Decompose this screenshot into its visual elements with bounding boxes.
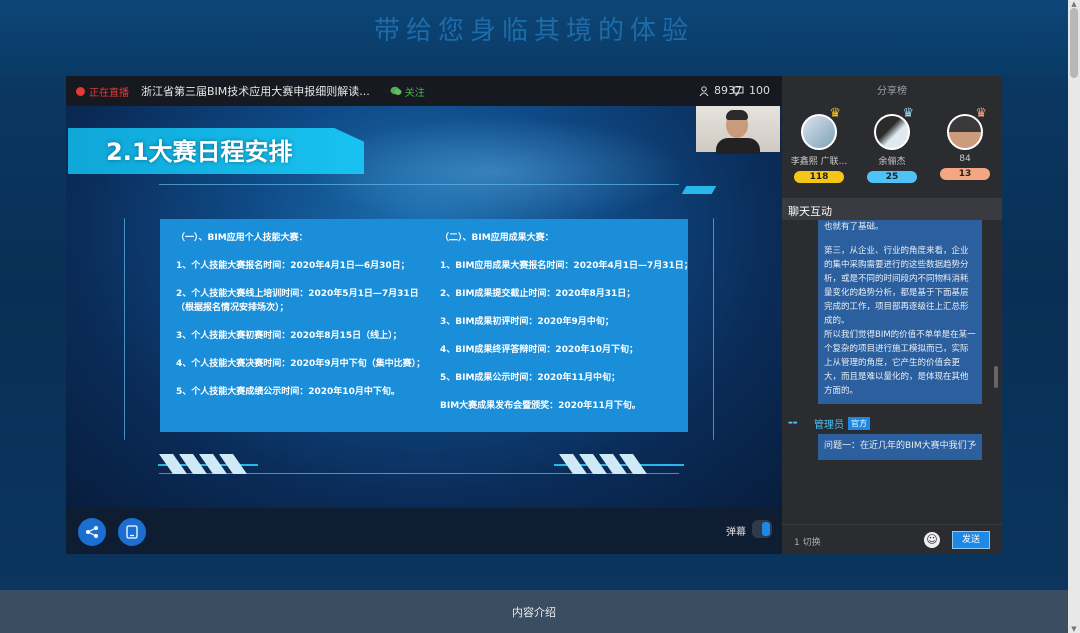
wechat-icon bbox=[390, 86, 402, 95]
schedule-line: 1、BIM应用成果大赛报名时间：2020年4月1日—7月31日； bbox=[440, 261, 693, 271]
stream-title: 浙江省第三届BIM技术应用大赛申报细则解读... bbox=[141, 85, 370, 98]
page-scrollbar[interactable]: ▲ ▼ bbox=[1068, 0, 1080, 633]
banner-title: 带给您身临其境的体验 bbox=[373, 16, 694, 46]
chat-message-line: 所以我们觉得BIM的价值不单单是在某一个复杂的项目进行施工模拟而已，实际上从管理… bbox=[824, 330, 976, 396]
comment-count: 100 bbox=[733, 84, 770, 97]
crown-icon: ♛ bbox=[902, 106, 914, 121]
send-button[interactable]: 发送 bbox=[952, 531, 990, 549]
presentation-slide: 2.1大赛日程安排 （一）、BIM应用个人技能大赛： 1、个人技能大赛报名时间：… bbox=[66, 106, 782, 508]
live-status-label: 正在直播 bbox=[89, 87, 129, 99]
question-message-bubble[interactable]: 问题一：在近几年的BIM大赛中我们了 ⌄ bbox=[818, 434, 982, 460]
content-intro-tab[interactable]: 内容介绍 bbox=[0, 590, 1068, 633]
scroll-up-icon[interactable]: ▲ bbox=[1070, 0, 1078, 8]
schedule-line: 1、个人技能大赛报名时间：2020年4月1日—6月30日； bbox=[176, 261, 410, 271]
schedule-line: 3、个人技能大赛初赛时间：2020年8月15日（线上）； bbox=[176, 331, 402, 341]
live-player: 正在直播 浙江省第三届BIM技术应用大赛申报细则解读... 关注 8937 10… bbox=[66, 76, 782, 554]
individual-contest-column: （一）、BIM应用个人技能大赛： 1、个人技能大赛报名时间：2020年4月1日—… bbox=[176, 231, 436, 413]
chat-message-list[interactable]: 也就有了基础。 第三，从企业、行业的角度来看，企业的集中采购需要进行的这些数据趋… bbox=[782, 220, 1002, 524]
schedule-line: 2、个人技能大赛线上培训时间：2020年5月1日—7月31日（根据报名情况安排场… bbox=[176, 289, 419, 313]
schedule-line: 4、个人技能大赛决赛时间：2020年9月中下旬（集中比赛）； bbox=[176, 359, 426, 369]
chat-scrollbar-thumb[interactable] bbox=[994, 366, 998, 388]
achievement-contest-column: （二）、BIM应用成果大赛： 1、BIM应用成果大赛报名时间：2020年4月1日… bbox=[440, 231, 693, 427]
danmu-toggle[interactable] bbox=[752, 520, 772, 538]
question-text: 问题一：在近几年的BIM大赛中我们了 bbox=[824, 441, 976, 451]
schedule-line: BIM大赛成果发布会暨颁奖：2020年11月下旬。 bbox=[440, 401, 641, 411]
stripes-right-decoration bbox=[558, 454, 648, 474]
chat-header: 聊天互动 bbox=[782, 198, 1002, 220]
switch-button[interactable]: 1 切换 bbox=[794, 535, 821, 548]
rank-name: 李鑫熙 广联... bbox=[790, 157, 848, 167]
chat-message-line: 第三，从企业、行业的角度来看，企业的集中采购需要进行的这些数据趋势分析，或是不同… bbox=[824, 246, 969, 326]
top-banner: 带给您身临其境的体验 bbox=[0, 0, 1068, 76]
person-icon bbox=[699, 85, 709, 96]
comment-icon bbox=[733, 86, 744, 96]
rank-count-badge: 13 bbox=[940, 168, 990, 180]
presenter-webcam bbox=[696, 106, 780, 154]
avatar: ♛ bbox=[947, 106, 987, 150]
rank-item-second[interactable]: ♛ 余俪杰 25 bbox=[857, 106, 927, 183]
stripes-left-decoration bbox=[158, 454, 248, 474]
crown-icon: ♛ bbox=[829, 106, 841, 121]
slide-heading: 2.1大赛日程安排 bbox=[106, 138, 293, 166]
schedule-line: （一）、BIM应用个人技能大赛： bbox=[176, 233, 308, 243]
avatar: ♛ bbox=[874, 106, 914, 150]
player-controls: 弹幕 bbox=[66, 508, 782, 554]
rank-name: 余俪杰 bbox=[878, 157, 906, 167]
live-indicator-icon bbox=[76, 86, 85, 96]
schedule-line: 3、BIM成果初评时间：2020年9月中旬； bbox=[440, 317, 614, 327]
admin-name: 管理员 bbox=[814, 420, 844, 431]
scrollbar-thumb[interactable] bbox=[1070, 8, 1078, 78]
presenter-shirt bbox=[716, 138, 760, 154]
schedule-content-box: （一）、BIM应用个人技能大赛： 1、个人技能大赛报名时间：2020年4月1日—… bbox=[160, 219, 693, 432]
emoji-icon[interactable]: ☺ bbox=[924, 532, 940, 548]
tablet-icon bbox=[126, 525, 138, 539]
share-rank-title: 分享榜 bbox=[877, 86, 907, 97]
chat-message-line: 也就有了基础。 bbox=[824, 222, 884, 232]
player-topbar: 正在直播 浙江省第三届BIM技术应用大赛申报细则解读... 关注 8937 10… bbox=[66, 76, 782, 106]
frame-accent-decoration bbox=[681, 186, 717, 194]
danmu-label: 弹幕 bbox=[726, 527, 746, 538]
share-button[interactable] bbox=[78, 518, 106, 546]
schedule-line: （二）、BIM应用成果大赛： bbox=[440, 233, 554, 243]
avatar: ♛ bbox=[801, 106, 841, 150]
schedule-line: 5、BIM成果公示时间：2020年11月中旬； bbox=[440, 373, 621, 383]
side-panel: 分享榜 ♛ 李鑫熙 广联... 118 ♛ 余俪杰 25 ♛ 84 13 聊天互… bbox=[782, 76, 1002, 554]
schedule-line: 4、BIM成果终评答辩时间：2020年10月下旬； bbox=[440, 345, 639, 355]
scroll-down-icon[interactable]: ▼ bbox=[1070, 625, 1078, 633]
official-badge: 官方 bbox=[848, 417, 870, 430]
schedule-line: 2、BIM成果提交截止时间：2020年8月31日； bbox=[440, 289, 636, 299]
admin-logo-icon: ▬▬ bbox=[788, 419, 798, 426]
rank-count-badge: 118 bbox=[794, 171, 844, 183]
admin-sender-row: ▬▬ 管理员 官方 bbox=[788, 416, 870, 431]
follow-button[interactable]: 关注 bbox=[390, 84, 425, 99]
rank-name: 84 bbox=[959, 154, 971, 164]
mobile-view-button[interactable] bbox=[118, 518, 146, 546]
presenter-hair bbox=[726, 110, 748, 120]
follow-label: 关注 bbox=[404, 87, 425, 99]
crown-icon: ♛ bbox=[975, 106, 987, 121]
share-icon bbox=[86, 526, 98, 538]
rank-item-third[interactable]: ♛ 84 13 bbox=[930, 106, 1000, 180]
chat-message-bubble: 也就有了基础。 第三，从企业、行业的角度来看，企业的集中采购需要进行的这些数据趋… bbox=[818, 220, 982, 404]
chat-input-bar: 1 切换 ☺ 发送 bbox=[782, 524, 1002, 554]
comment-count-value: 100 bbox=[749, 84, 770, 97]
rank-count-badge: 25 bbox=[867, 171, 917, 183]
schedule-line: 5、个人技能大赛成绩公示时间：2020年10月中下旬。 bbox=[176, 387, 400, 397]
chat-message-line bbox=[824, 234, 976, 244]
chevron-down-icon[interactable]: ⌄ bbox=[970, 438, 978, 449]
rank-item-first[interactable]: ♛ 李鑫熙 广联... 118 bbox=[784, 106, 854, 183]
